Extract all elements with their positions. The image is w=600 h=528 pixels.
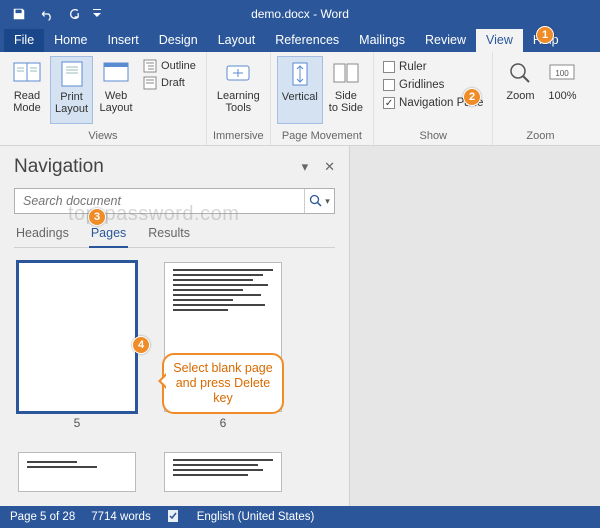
redo-button[interactable]	[62, 3, 88, 25]
zoom-100-button[interactable]: 100 100%	[543, 56, 581, 124]
tab-review[interactable]: Review	[415, 29, 476, 52]
gridlines-label: Gridlines	[399, 79, 444, 91]
zoom-icon	[505, 58, 535, 88]
draft-label: Draft	[161, 77, 185, 89]
navigation-pane: Navigation ▾ ✕ ▾ Headings Pages Results …	[0, 146, 350, 506]
learning-tools-icon	[223, 58, 253, 88]
ribbon-group-show-label: Show	[380, 128, 486, 145]
side-to-side-icon	[331, 58, 361, 88]
checkbox-unchecked-icon	[383, 79, 395, 91]
tab-layout[interactable]: Layout	[208, 29, 266, 52]
svg-text:100: 100	[556, 69, 570, 78]
tab-view[interactable]: View	[476, 29, 523, 52]
callout-marker-2: 2	[463, 88, 481, 106]
zoom-button[interactable]: Zoom	[499, 56, 541, 124]
ruler-checkbox[interactable]: Ruler	[380, 60, 486, 74]
search-input[interactable]	[15, 189, 304, 213]
tab-design[interactable]: Design	[149, 29, 208, 52]
web-layout-label: Web Layout	[100, 90, 133, 114]
web-layout-icon	[101, 58, 131, 88]
navigation-title: Navigation	[14, 156, 104, 178]
page-number-5: 5	[74, 416, 81, 430]
print-layout-button[interactable]: Print Layout	[50, 56, 93, 124]
vertical-icon	[285, 59, 315, 89]
zoom-label: Zoom	[506, 90, 534, 102]
undo-button[interactable]	[34, 3, 60, 25]
status-language[interactable]: English (United States)	[197, 511, 315, 523]
window-title: demo.docx - Word	[251, 7, 349, 21]
tab-references[interactable]: References	[265, 29, 349, 52]
ribbon-group-views: Read Mode Print Layout Web Layout Outlin…	[0, 52, 207, 145]
outline-label: Outline	[161, 60, 196, 72]
web-layout-button[interactable]: Web Layout	[95, 56, 137, 124]
ribbon-group-zoom: Zoom 100 100% Zoom	[493, 52, 587, 145]
search-icon[interactable]: ▾	[304, 189, 334, 213]
draft-button[interactable]: Draft	[139, 75, 200, 91]
callout-marker-4: 4	[132, 336, 150, 354]
status-word-count[interactable]: 7714 words	[91, 511, 150, 523]
ribbon-group-page-movement-label: Page Movement	[277, 128, 367, 145]
vertical-label: Vertical	[282, 91, 318, 103]
tab-insert[interactable]: Insert	[98, 29, 149, 52]
ribbon-group-zoom-label: Zoom	[499, 128, 581, 145]
outline-icon	[143, 59, 157, 73]
nav-dropdown-icon[interactable]: ▾	[302, 159, 309, 175]
document-area[interactable]	[350, 146, 600, 506]
tab-home[interactable]: Home	[44, 29, 97, 52]
ribbon-group-immersive: Learning Tools Immersive	[207, 52, 271, 145]
callout-marker-1: 1	[536, 26, 554, 44]
page-thumbnail-8[interactable]	[164, 452, 282, 492]
learning-tools-label: Learning Tools	[217, 90, 260, 114]
navigation-subtabs: Headings Pages Results 3	[14, 222, 335, 248]
learning-tools-button[interactable]: Learning Tools	[213, 56, 264, 124]
zoom-100-label: 100%	[548, 90, 576, 102]
zoom-100-icon: 100	[547, 58, 577, 88]
outline-button[interactable]: Outline	[139, 58, 200, 74]
status-proofing-icon[interactable]	[167, 509, 181, 526]
print-layout-label: Print Layout	[55, 91, 88, 115]
checkbox-unchecked-icon	[383, 61, 395, 73]
ribbon-tabs: File Home Insert Design Layout Reference…	[0, 28, 600, 52]
ribbon-group-immersive-label: Immersive	[213, 128, 264, 145]
nav-tab-results[interactable]: Results	[146, 222, 192, 247]
read-mode-icon	[12, 58, 42, 88]
body-area: Navigation ▾ ✕ ▾ Headings Pages Results …	[0, 146, 600, 506]
page-thumbnail-7[interactable]	[18, 452, 136, 492]
quick-access-toolbar	[0, 3, 104, 25]
callout-marker-3: 3	[88, 208, 106, 226]
read-mode-label: Read Mode	[13, 90, 41, 114]
nav-close-icon[interactable]: ✕	[324, 159, 335, 175]
qat-customize-button[interactable]	[90, 3, 104, 25]
ribbon: Read Mode Print Layout Web Layout Outlin…	[0, 52, 600, 146]
navigation-search[interactable]: ▾	[14, 188, 335, 214]
tab-mailings[interactable]: Mailings	[349, 29, 415, 52]
page-number-6: 6	[220, 416, 227, 430]
ribbon-group-page-movement: Vertical Side to Side Page Movement	[271, 52, 374, 145]
print-layout-icon	[57, 59, 87, 89]
page-thumbnail-5[interactable]	[18, 262, 136, 412]
page-thumbnail-grid: 5 6 4 Select blank page and press Delete…	[14, 258, 335, 500]
title-bar: demo.docx - Word	[0, 0, 600, 28]
ribbon-group-views-label: Views	[6, 128, 200, 145]
ruler-label: Ruler	[399, 61, 426, 73]
vertical-button[interactable]: Vertical	[277, 56, 323, 124]
draft-icon	[143, 76, 157, 90]
side-to-side-button[interactable]: Side to Side	[325, 56, 367, 124]
nav-tab-headings[interactable]: Headings	[14, 222, 71, 247]
tab-file[interactable]: File	[4, 29, 44, 52]
checkbox-checked-icon: ✓	[383, 97, 395, 109]
status-bar: Page 5 of 28 7714 words English (United …	[0, 506, 600, 528]
save-button[interactable]	[6, 3, 32, 25]
side-to-side-label: Side to Side	[329, 90, 363, 114]
status-page[interactable]: Page 5 of 28	[10, 511, 75, 523]
instruction-callout: Select blank page and press Delete key	[162, 353, 284, 414]
read-mode-button[interactable]: Read Mode	[6, 56, 48, 124]
